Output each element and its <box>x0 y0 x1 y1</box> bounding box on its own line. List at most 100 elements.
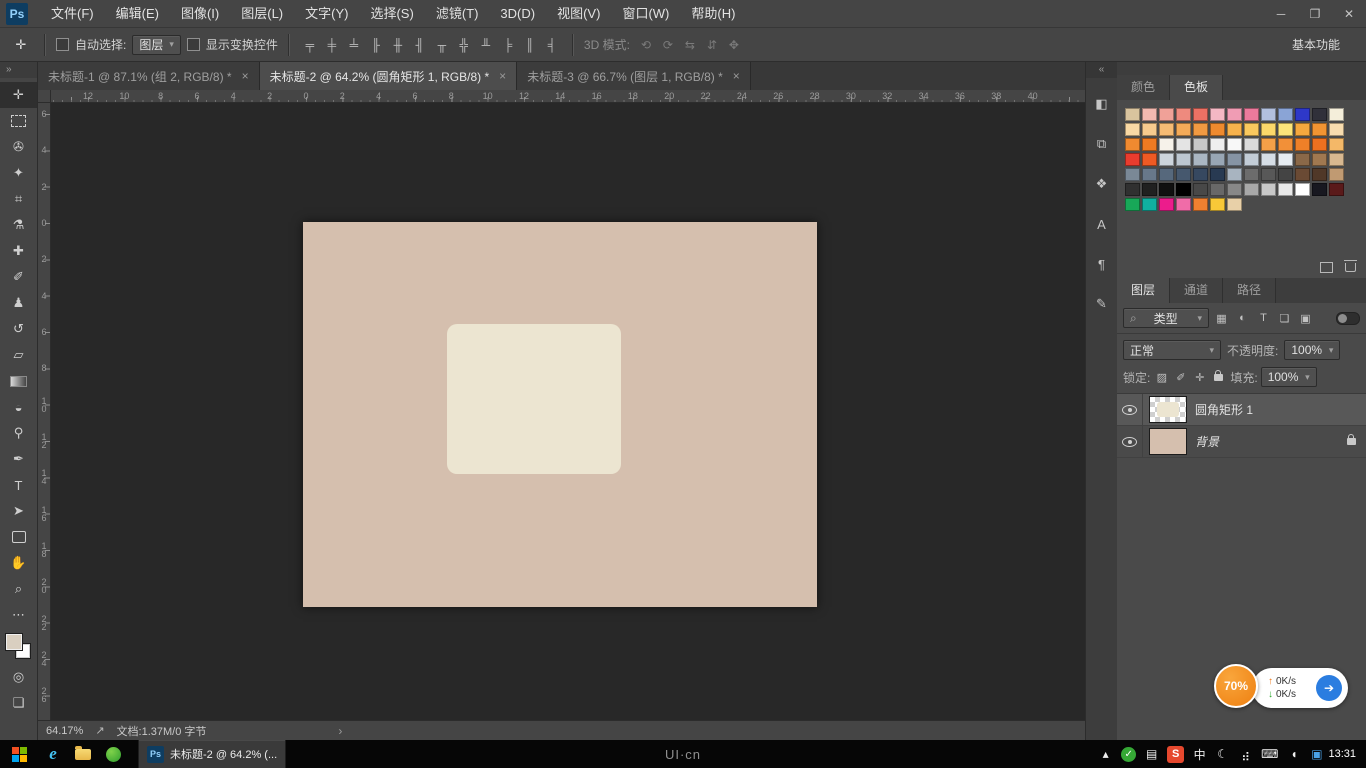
swatch[interactable] <box>1261 123 1276 136</box>
layer-row[interactable]: 背景 <box>1117 426 1366 458</box>
start-button[interactable] <box>0 740 38 768</box>
swatch[interactable] <box>1159 168 1174 181</box>
fill-dropdown[interactable]: 100% <box>1261 367 1317 387</box>
auto-select-checkbox[interactable] <box>56 38 69 51</box>
lock-all-icon[interactable] <box>1210 369 1227 386</box>
menu-layer[interactable]: 图层(L) <box>230 0 294 28</box>
swatch[interactable] <box>1278 168 1293 181</box>
swatch[interactable] <box>1278 123 1293 136</box>
tab-layers[interactable]: 图层 <box>1117 278 1170 303</box>
swatch[interactable] <box>1159 108 1174 121</box>
libraries-panel-icon[interactable]: ⧉ <box>1086 130 1117 158</box>
explorer-taskbar-icon[interactable] <box>68 740 98 768</box>
night-mode-icon[interactable]: ☾ <box>1215 745 1230 763</box>
swatch[interactable] <box>1244 153 1259 166</box>
notification-icon[interactable]: ▣ <box>1309 745 1324 763</box>
collapse-panels-icon[interactable]: « <box>1086 62 1117 78</box>
swatch[interactable] <box>1176 123 1191 136</box>
volume-icon[interactable]: ◖ <box>1286 745 1301 763</box>
export-icon[interactable]: ↗ <box>95 724 104 737</box>
tab-close-icon[interactable]: × <box>733 69 740 83</box>
dodge-tool[interactable]: ⚲ <box>0 420 37 446</box>
swatch[interactable] <box>1193 138 1208 151</box>
rectangle-tool[interactable] <box>0 524 37 550</box>
swatch[interactable] <box>1227 198 1242 211</box>
swatch[interactable] <box>1227 123 1242 136</box>
ime-language-icon[interactable]: 中 <box>1192 745 1207 763</box>
swatch[interactable] <box>1159 123 1174 136</box>
swatch[interactable] <box>1278 153 1293 166</box>
lock-position-icon[interactable]: ✛ <box>1191 369 1208 386</box>
gradient-tool[interactable] <box>0 368 37 394</box>
tab-color[interactable]: 颜色 <box>1117 75 1170 100</box>
swatch[interactable] <box>1329 168 1344 181</box>
current-tool-icon[interactable]: ✛ <box>8 33 34 57</box>
app-taskbar-icon[interactable] <box>98 740 128 768</box>
rounded-rectangle-shape[interactable] <box>447 324 621 474</box>
swatch[interactable] <box>1159 198 1174 211</box>
hand-tool[interactable]: ✋ <box>0 550 37 576</box>
swatch[interactable] <box>1125 168 1140 181</box>
zoom-tool[interactable]: ⌕ <box>0 576 37 602</box>
swatch[interactable] <box>1244 183 1259 196</box>
quick-selection-tool[interactable]: ✦ <box>0 160 37 186</box>
layer-row[interactable]: 圆角矩形 1 <box>1117 394 1366 426</box>
swatch[interactable] <box>1159 153 1174 166</box>
swatch[interactable] <box>1261 168 1276 181</box>
lasso-tool[interactable]: ✇ <box>0 134 37 160</box>
menu-select[interactable]: 选择(S) <box>359 0 424 28</box>
menu-file[interactable]: 文件(F) <box>40 0 105 28</box>
swatch[interactable] <box>1312 153 1327 166</box>
download-widget-pill[interactable]: ↑0K/s ↓0K/s ➔ <box>1252 668 1348 708</box>
filter-adjustment-layers-icon[interactable]: ◐ <box>1233 309 1252 327</box>
align-right-edges-icon[interactable]: ╢ <box>410 35 430 55</box>
auto-select-target-dropdown[interactable]: 图层 <box>132 35 181 55</box>
styles-panel-icon[interactable]: ❖ <box>1086 170 1117 198</box>
swatch[interactable] <box>1125 108 1140 121</box>
eyedropper-tool[interactable]: ⚗ <box>0 212 37 238</box>
swatch[interactable] <box>1142 168 1157 181</box>
swatch[interactable] <box>1210 183 1225 196</box>
tab-paths[interactable]: 路径 <box>1223 278 1276 303</box>
swatch[interactable] <box>1244 138 1259 151</box>
screen-mode-button[interactable]: ❏ <box>0 690 37 716</box>
foreground-color-swatch[interactable] <box>6 634 22 650</box>
swatch[interactable] <box>1295 153 1310 166</box>
character-panel-icon[interactable]: A <box>1086 210 1117 238</box>
crop-tool[interactable]: ⌗ <box>0 186 37 212</box>
swatch[interactable] <box>1159 138 1174 151</box>
tab-close-icon[interactable]: × <box>499 69 506 83</box>
distribute-vertical-centers-icon[interactable]: ╬ <box>454 35 474 55</box>
browser-taskbar-icon[interactable]: e <box>38 740 68 768</box>
swatch[interactable] <box>1193 198 1208 211</box>
swatch[interactable] <box>1295 108 1310 121</box>
swatch[interactable] <box>1278 108 1293 121</box>
swatch[interactable] <box>1210 153 1225 166</box>
eraser-tool[interactable]: ▱ <box>0 342 37 368</box>
align-vertical-centers-icon[interactable]: ╪ <box>322 35 342 55</box>
distribute-left-edges-icon[interactable]: ╞ <box>498 35 518 55</box>
swatch[interactable] <box>1193 153 1208 166</box>
photoshop-task-button[interactable]: Ps 未标题-2 @ 64.2% (... <box>138 740 286 768</box>
document-tab[interactable]: 未标题-3 @ 66.7% (图层 1, RGB/8) *× <box>517 62 751 90</box>
delete-swatch-icon[interactable] <box>1345 263 1356 272</box>
swatch[interactable] <box>1244 123 1259 136</box>
swatch[interactable] <box>1210 108 1225 121</box>
swatch[interactable] <box>1278 183 1293 196</box>
swatch[interactable] <box>1261 153 1276 166</box>
swatch[interactable] <box>1329 138 1344 151</box>
filter-type-layers-icon[interactable]: T <box>1254 309 1273 327</box>
sogou-input-icon[interactable]: S <box>1167 746 1184 763</box>
minimize-button[interactable]: ─ <box>1264 0 1298 28</box>
swatch[interactable] <box>1142 183 1157 196</box>
blend-mode-dropdown[interactable]: 正常 <box>1123 340 1221 360</box>
zoom-level[interactable]: 64.17% <box>46 725 83 737</box>
swatch[interactable] <box>1159 183 1174 196</box>
collapse-tools-icon[interactable]: » <box>0 62 37 78</box>
swatch[interactable] <box>1125 198 1140 211</box>
swatch[interactable] <box>1125 153 1140 166</box>
close-button[interactable]: ✕ <box>1332 0 1366 28</box>
brush-tool[interactable]: ✐ <box>0 264 37 290</box>
tab-close-icon[interactable]: × <box>242 69 249 83</box>
layer-thumbnail[interactable] <box>1149 428 1187 455</box>
